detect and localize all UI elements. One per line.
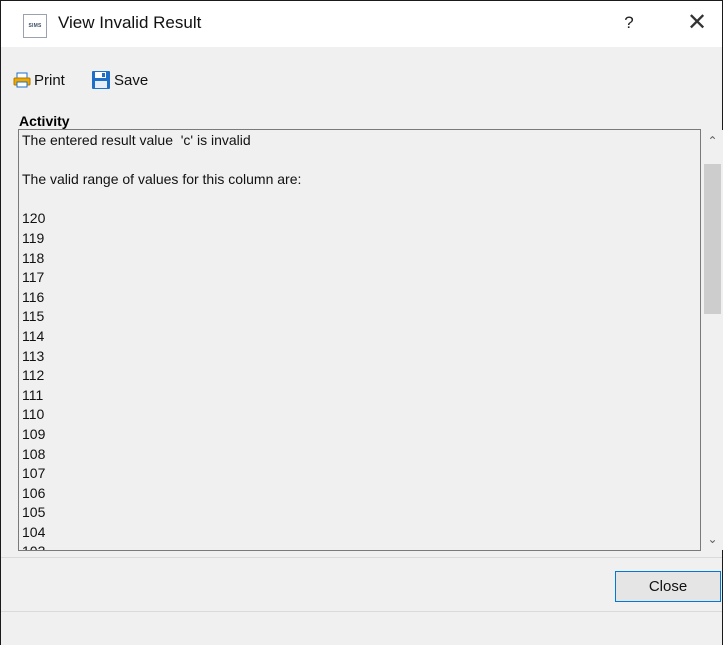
range-message: The valid range of values for this colum…: [22, 171, 302, 188]
activity-heading: Activity: [19, 113, 70, 129]
save-button[interactable]: Save: [91, 67, 148, 93]
scroll-up-arrow-icon[interactable]: ⌃: [702, 132, 723, 150]
value-item: 114: [22, 327, 45, 344]
value-item: 107: [22, 465, 46, 482]
value-item: 105: [22, 504, 46, 521]
scroll-down-arrow-icon[interactable]: ⌄: [702, 530, 723, 548]
close-window-button[interactable]: ✕: [677, 7, 717, 39]
value-item: 103: [22, 542, 692, 550]
value-item: 106: [22, 484, 46, 501]
status-bar-divider: [1, 611, 722, 612]
value-item: 119: [22, 229, 45, 246]
value-item: 108: [22, 445, 46, 462]
value-item: 115: [22, 308, 45, 325]
value-item: 104: [22, 523, 46, 540]
activity-content: The entered result value 'c' is invalid …: [22, 131, 692, 550]
scrollbar-thumb[interactable]: [704, 164, 721, 314]
value-item: 112: [22, 367, 45, 384]
title-bar[interactable]: SIMS View Invalid Result ? ✕: [1, 1, 722, 47]
value-item: 110: [22, 406, 45, 423]
save-label: Save: [114, 71, 149, 89]
close-button[interactable]: Close: [615, 571, 721, 602]
activity-textbox[interactable]: The entered result value 'c' is invalid …: [18, 129, 701, 551]
invalid-message: The entered result value 'c' is invalid: [22, 132, 251, 148]
help-button[interactable]: ?: [611, 9, 647, 37]
value-item: 116: [22, 288, 45, 305]
value-item: 118: [22, 249, 45, 266]
print-button[interactable]: Print: [13, 67, 65, 93]
printer-icon: [13, 72, 31, 88]
value-item: 109: [22, 425, 46, 442]
app-logo-icon: SIMS: [23, 14, 47, 38]
value-item: 111: [22, 386, 44, 403]
value-item: 120: [22, 210, 46, 227]
print-label: Print: [34, 71, 65, 89]
footer-divider: [1, 557, 722, 558]
toolbar: Print Save: [1, 67, 722, 93]
window-title: View Invalid Result: [58, 13, 202, 32]
value-item: 117: [22, 269, 45, 286]
floppy-disk-icon: [92, 71, 110, 89]
value-item: 113: [22, 347, 45, 364]
dialog-window: SIMS View Invalid Result ? ✕ Print Save …: [0, 0, 723, 645]
vertical-scrollbar[interactable]: ⌃ ⌄: [702, 130, 723, 550]
